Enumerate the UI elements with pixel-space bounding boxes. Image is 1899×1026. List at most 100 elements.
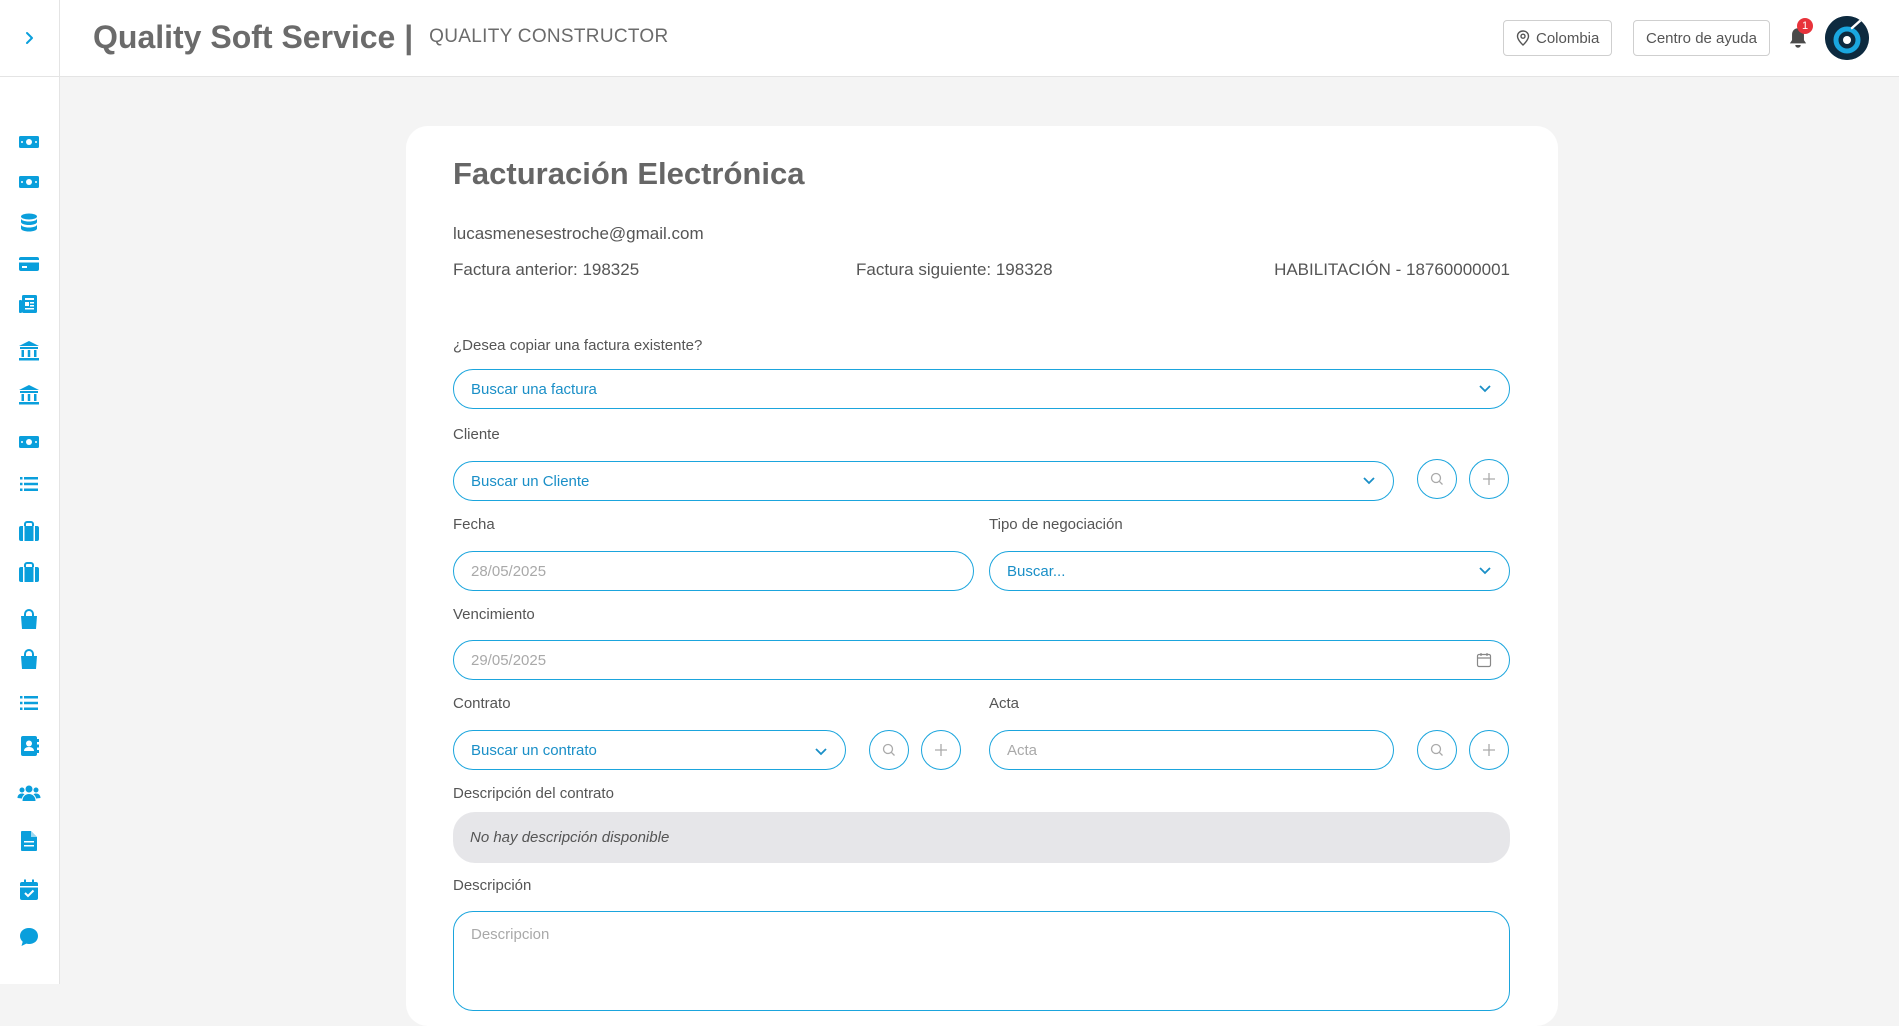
- module-name: QUALITY CONSTRUCTOR: [429, 26, 669, 47]
- sidebar-item-12[interactable]: [15, 606, 43, 634]
- sidebar-item-11[interactable]: [15, 559, 43, 587]
- next-invoice: Factura siguiente: 198328: [856, 260, 1053, 279]
- briefcase-icon: [19, 521, 39, 541]
- copy-invoice-select[interactable]: Buscar una factura: [453, 369, 1510, 409]
- file-icon: [21, 831, 37, 851]
- sidebar-item-3[interactable]: [15, 209, 43, 237]
- search-client-button[interactable]: [1417, 459, 1457, 499]
- chevron-down-icon: [815, 748, 827, 756]
- briefcase-icon: [19, 562, 39, 582]
- authorization-number: HABILITACIÓN - 18760000001: [1274, 260, 1510, 279]
- negotiation-label: Tipo de negociación: [989, 516, 1123, 533]
- act-input[interactable]: Acta: [989, 730, 1394, 770]
- money-bill-icon: [19, 436, 39, 448]
- sidebar-item-14[interactable]: [15, 689, 43, 717]
- page-title: Facturación Electrónica: [453, 156, 805, 191]
- sidebar-item-19[interactable]: [15, 923, 43, 951]
- contract-description-box: No hay descripción disponible: [453, 812, 1510, 863]
- brand: Quality Soft Service | QUALITY CONSTRUCT…: [93, 17, 669, 57]
- sidebar-item-1[interactable]: [15, 128, 43, 156]
- sidebar-item-18[interactable]: [15, 876, 43, 904]
- plus-icon: [1483, 473, 1495, 485]
- help-center-button[interactable]: Centro de ayuda: [1633, 20, 1770, 56]
- money-bill-icon: [19, 136, 39, 148]
- country-label: Colombia: [1536, 29, 1600, 47]
- credit-card-icon: [19, 257, 39, 271]
- copy-invoice-value: Buscar una factura: [471, 380, 597, 398]
- chevron-down-icon: [1363, 477, 1375, 485]
- contract-value: Buscar un contrato: [471, 741, 597, 759]
- add-contract-button[interactable]: [921, 730, 961, 770]
- sidebar-item-7[interactable]: [15, 381, 43, 409]
- contract-select[interactable]: Buscar un contrato: [453, 730, 846, 770]
- contract-description-value: No hay descripción disponible: [470, 829, 670, 846]
- negotiation-value: Buscar...: [1007, 562, 1066, 580]
- calendar-check-icon: [20, 879, 38, 900]
- map-pin-icon: [1516, 30, 1530, 46]
- brand-title: Quality Soft Service |: [93, 18, 414, 55]
- list-icon: [20, 696, 38, 710]
- sidebar-item-17[interactable]: [15, 827, 43, 855]
- sidebar-item-4[interactable]: [15, 250, 43, 278]
- date-label: Fecha: [453, 516, 495, 533]
- money-bill-icon: [19, 176, 39, 188]
- sidebar-item-10[interactable]: [15, 518, 43, 546]
- chevron-down-icon: [1479, 567, 1491, 575]
- negotiation-select[interactable]: Buscar...: [989, 551, 1510, 591]
- list-icon: [20, 477, 38, 491]
- notification-badge: 1: [1797, 18, 1813, 34]
- client-value: Buscar un Cliente: [471, 472, 590, 490]
- sidebar-item-16[interactable]: [15, 779, 43, 807]
- sidebar-item-2[interactable]: [15, 168, 43, 196]
- previous-invoice: Factura anterior: 198325: [453, 260, 640, 279]
- search-act-button[interactable]: [1417, 730, 1457, 770]
- sidebar: [0, 0, 60, 984]
- country-button[interactable]: Colombia: [1503, 20, 1613, 56]
- sidebar-toggle-button[interactable]: [0, 0, 60, 77]
- avatar[interactable]: [1825, 16, 1869, 60]
- chevron-down-icon: [1479, 385, 1491, 393]
- date-input[interactable]: 28/05/2025: [453, 551, 974, 591]
- bank-icon: [19, 341, 39, 361]
- contract-description-label: Descripción del contrato: [453, 785, 614, 802]
- sidebar-item-8[interactable]: [15, 428, 43, 456]
- bank-icon: [19, 385, 39, 405]
- act-label: Acta: [989, 695, 1020, 712]
- due-date-label: Vencimiento: [453, 606, 535, 623]
- chevron-right-icon: [26, 32, 33, 44]
- shopping-bag-icon: [21, 648, 37, 669]
- date-value: 28/05/2025: [471, 562, 547, 580]
- user-email: lucasmenesestroche@gmail.com: [453, 224, 704, 243]
- description-label: Descripción: [453, 877, 532, 894]
- sidebar-item-5[interactable]: [15, 290, 43, 318]
- plus-icon: [1483, 744, 1495, 756]
- description-textarea[interactable]: Descripcion: [453, 911, 1510, 1011]
- due-date-value: 29/05/2025: [471, 651, 547, 669]
- search-contract-button[interactable]: [869, 730, 909, 770]
- calendar-icon[interactable]: [1476, 652, 1492, 668]
- act-placeholder: Acta: [1007, 741, 1038, 759]
- search-icon: [1430, 743, 1443, 756]
- user-logo-icon: [1825, 16, 1869, 60]
- users-icon: [17, 785, 41, 801]
- sidebar-item-9[interactable]: [15, 470, 43, 498]
- add-client-button[interactable]: [1469, 459, 1509, 499]
- search-icon: [882, 743, 895, 756]
- help-center-label: Centro de ayuda: [1646, 29, 1757, 47]
- copy-invoice-label: ¿Desea copiar una factura existente?: [453, 337, 703, 354]
- sidebar-item-15[interactable]: [15, 732, 43, 760]
- contract-label: Contrato: [453, 695, 511, 712]
- plus-icon: [935, 744, 947, 756]
- database-icon: [21, 213, 37, 232]
- sidebar-item-6[interactable]: [15, 337, 43, 365]
- address-book-icon: [21, 736, 39, 756]
- client-select[interactable]: Buscar un Cliente: [453, 461, 1394, 501]
- search-icon: [1430, 472, 1443, 485]
- description-placeholder: Descripcion: [471, 926, 550, 943]
- due-date-input[interactable]: 29/05/2025: [453, 640, 1510, 680]
- client-label: Cliente: [453, 426, 500, 443]
- newspaper-icon: [19, 295, 37, 313]
- sidebar-item-13[interactable]: [15, 646, 43, 674]
- shopping-bag-icon: [21, 608, 37, 629]
- add-act-button[interactable]: [1469, 730, 1509, 770]
